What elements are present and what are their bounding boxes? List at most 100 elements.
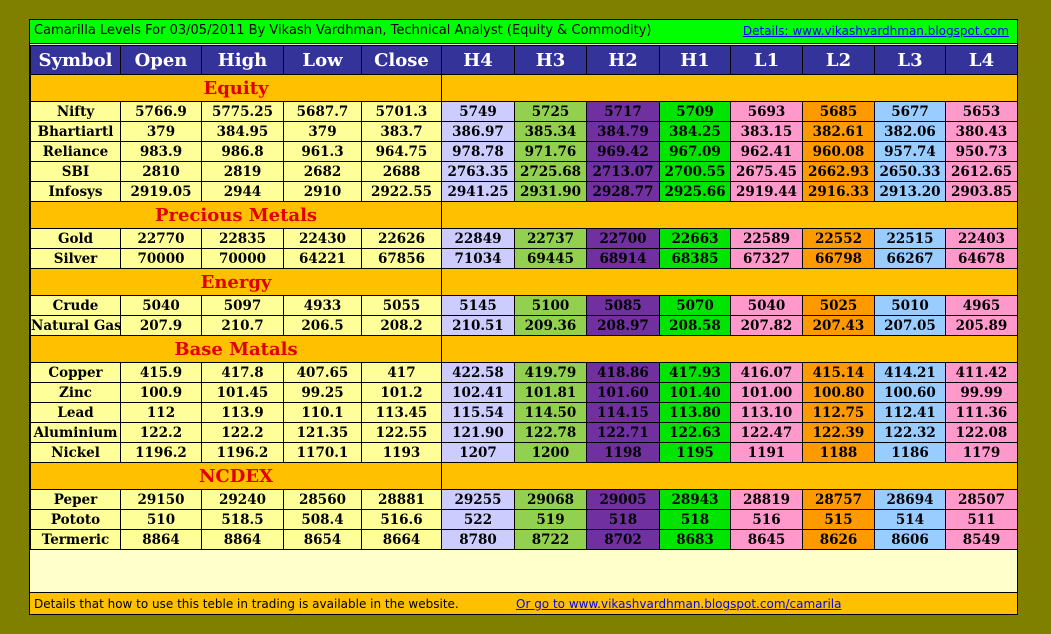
- h3-cell: 8722: [514, 529, 587, 550]
- camarila-link[interactable]: Or go to www.vikashvardhman.blogspot.com…: [516, 597, 842, 611]
- symbol-cell: Crude: [30, 295, 121, 316]
- h2-cell: 2713.07: [586, 161, 660, 182]
- h4-cell: 29255: [441, 489, 515, 510]
- details-link[interactable]: Details: www.vikashvardhman.blogspot.com: [743, 24, 1009, 38]
- h1-cell: 113.80: [659, 402, 731, 423]
- high-cell: 70000: [201, 248, 284, 269]
- symbol-cell: Nickel: [30, 442, 121, 463]
- l4-cell: 511: [945, 509, 1018, 530]
- open-cell: 8864: [120, 529, 202, 550]
- symbol-cell: Aluminium: [30, 422, 121, 443]
- low-cell: 379: [283, 121, 362, 142]
- table-row: Gold 22770 22835 22430 22626 22849 22737 22700 2…: [30, 228, 1018, 249]
- symbol-cell: Peper: [30, 489, 121, 510]
- h4-cell: 102.41: [441, 382, 515, 403]
- l2-cell: 5685: [802, 101, 875, 122]
- section-title: NCDEX: [30, 462, 442, 490]
- l2-cell: 207.43: [802, 315, 875, 336]
- l3-cell: 66267: [874, 248, 946, 269]
- section-row: Energy: [30, 268, 1018, 296]
- header-l1: L1: [730, 45, 803, 75]
- h3-cell: 1200: [514, 442, 587, 463]
- low-cell: 508.4: [283, 509, 362, 530]
- low-cell: 1170.1: [283, 442, 362, 463]
- l3-cell: 8606: [874, 529, 946, 550]
- table-row: Nifty 5766.9 5775.25 5687.7 5701.3 5749 5725 57…: [30, 101, 1018, 122]
- l3-cell: 28694: [874, 489, 946, 510]
- open-cell: 22770: [120, 228, 202, 249]
- h1-cell: 1195: [659, 442, 731, 463]
- h3-cell: 114.50: [514, 402, 587, 423]
- l1-cell: 962.41: [730, 141, 803, 162]
- low-cell: 22430: [283, 228, 362, 249]
- l2-cell: 100.80: [802, 382, 875, 403]
- close-cell: 8664: [361, 529, 442, 550]
- high-cell: 417.8: [201, 362, 284, 383]
- title-bar: Camarilla Levels For 03/05/2011 By Vikas…: [30, 20, 1017, 44]
- low-cell: 2682: [283, 161, 362, 182]
- low-cell: 99.25: [283, 382, 362, 403]
- low-cell: 407.65: [283, 362, 362, 383]
- section-title: Base Matals: [30, 335, 442, 363]
- header-h3: H3: [514, 45, 587, 75]
- h4-cell: 8780: [441, 529, 515, 550]
- high-cell: 5775.25: [201, 101, 284, 122]
- l4-cell: 28507: [945, 489, 1018, 510]
- h4-cell: 5145: [441, 295, 515, 316]
- close-cell: 964.75: [361, 141, 442, 162]
- table-row: Bhartiartl 379 384.95 379 383.7 386.97 385.34 3…: [30, 121, 1018, 142]
- open-cell: 5766.9: [120, 101, 202, 122]
- l4-cell: 205.89: [945, 315, 1018, 336]
- l3-cell: 112.41: [874, 402, 946, 423]
- footer-note: Details that how to use this teble in tr…: [34, 597, 459, 611]
- h1-cell: 28943: [659, 489, 731, 510]
- h3-cell: 385.34: [514, 121, 587, 142]
- h2-cell: 208.97: [586, 315, 660, 336]
- l3-cell: 122.32: [874, 422, 946, 443]
- high-cell: 29240: [201, 489, 284, 510]
- h1-cell: 2925.66: [659, 181, 731, 202]
- close-cell: 383.7: [361, 121, 442, 142]
- table-row: Crude 5040 5097 4933 5055 5145 5100 5085 5070 504…: [30, 295, 1018, 316]
- table-row: Zinc 100.9 101.45 99.25 101.2 102.41 101.81 101…: [30, 382, 1018, 403]
- section-spacer: [441, 335, 1018, 363]
- symbol-cell: Zinc: [30, 382, 121, 403]
- high-cell: 2944: [201, 181, 284, 202]
- table-row: Reliance 983.9 986.8 961.3 964.75 978.78 971.7…: [30, 141, 1018, 162]
- page-title: Camarilla Levels For 03/05/2011 By Vikas…: [34, 23, 652, 38]
- close-cell: 2688: [361, 161, 442, 182]
- l2-cell: 2916.33: [802, 181, 875, 202]
- h3-cell: 209.36: [514, 315, 587, 336]
- h1-cell: 5709: [659, 101, 731, 122]
- symbol-cell: Lead: [30, 402, 121, 423]
- open-cell: 122.2: [120, 422, 202, 443]
- low-cell: 28560: [283, 489, 362, 510]
- section-row: Base Matals: [30, 335, 1018, 363]
- h2-cell: 418.86: [586, 362, 660, 383]
- l4-cell: 4965: [945, 295, 1018, 316]
- table-row: Infosys 2919.05 2944 2910 2922.55 2941.25 2931…: [30, 181, 1018, 202]
- open-cell: 379: [120, 121, 202, 142]
- l1-cell: 383.15: [730, 121, 803, 142]
- camarilla-panel: Camarilla Levels For 03/05/2011 By Vikas…: [29, 19, 1018, 615]
- table-row: Aluminium 122.2 122.2 121.35 122.55 121.90 122…: [30, 422, 1018, 443]
- h1-cell: 967.09: [659, 141, 731, 162]
- l4-cell: 22403: [945, 228, 1018, 249]
- h3-cell: 122.78: [514, 422, 587, 443]
- l1-cell: 101.00: [730, 382, 803, 403]
- h3-cell: 29068: [514, 489, 587, 510]
- close-cell: 2922.55: [361, 181, 442, 202]
- high-cell: 2819: [201, 161, 284, 182]
- h2-cell: 68914: [586, 248, 660, 269]
- l4-cell: 122.08: [945, 422, 1018, 443]
- section-title: Precious Metals: [30, 201, 442, 229]
- symbol-cell: Pototo: [30, 509, 121, 530]
- l2-cell: 5025: [802, 295, 875, 316]
- l2-cell: 2662.93: [802, 161, 875, 182]
- low-cell: 4933: [283, 295, 362, 316]
- open-cell: 510: [120, 509, 202, 530]
- header-open: Open: [120, 45, 202, 75]
- h1-cell: 22663: [659, 228, 731, 249]
- l4-cell: 111.36: [945, 402, 1018, 423]
- table-row: SBI 2810 2819 2682 2688 2763.35 2725.68 2713.07…: [30, 161, 1018, 182]
